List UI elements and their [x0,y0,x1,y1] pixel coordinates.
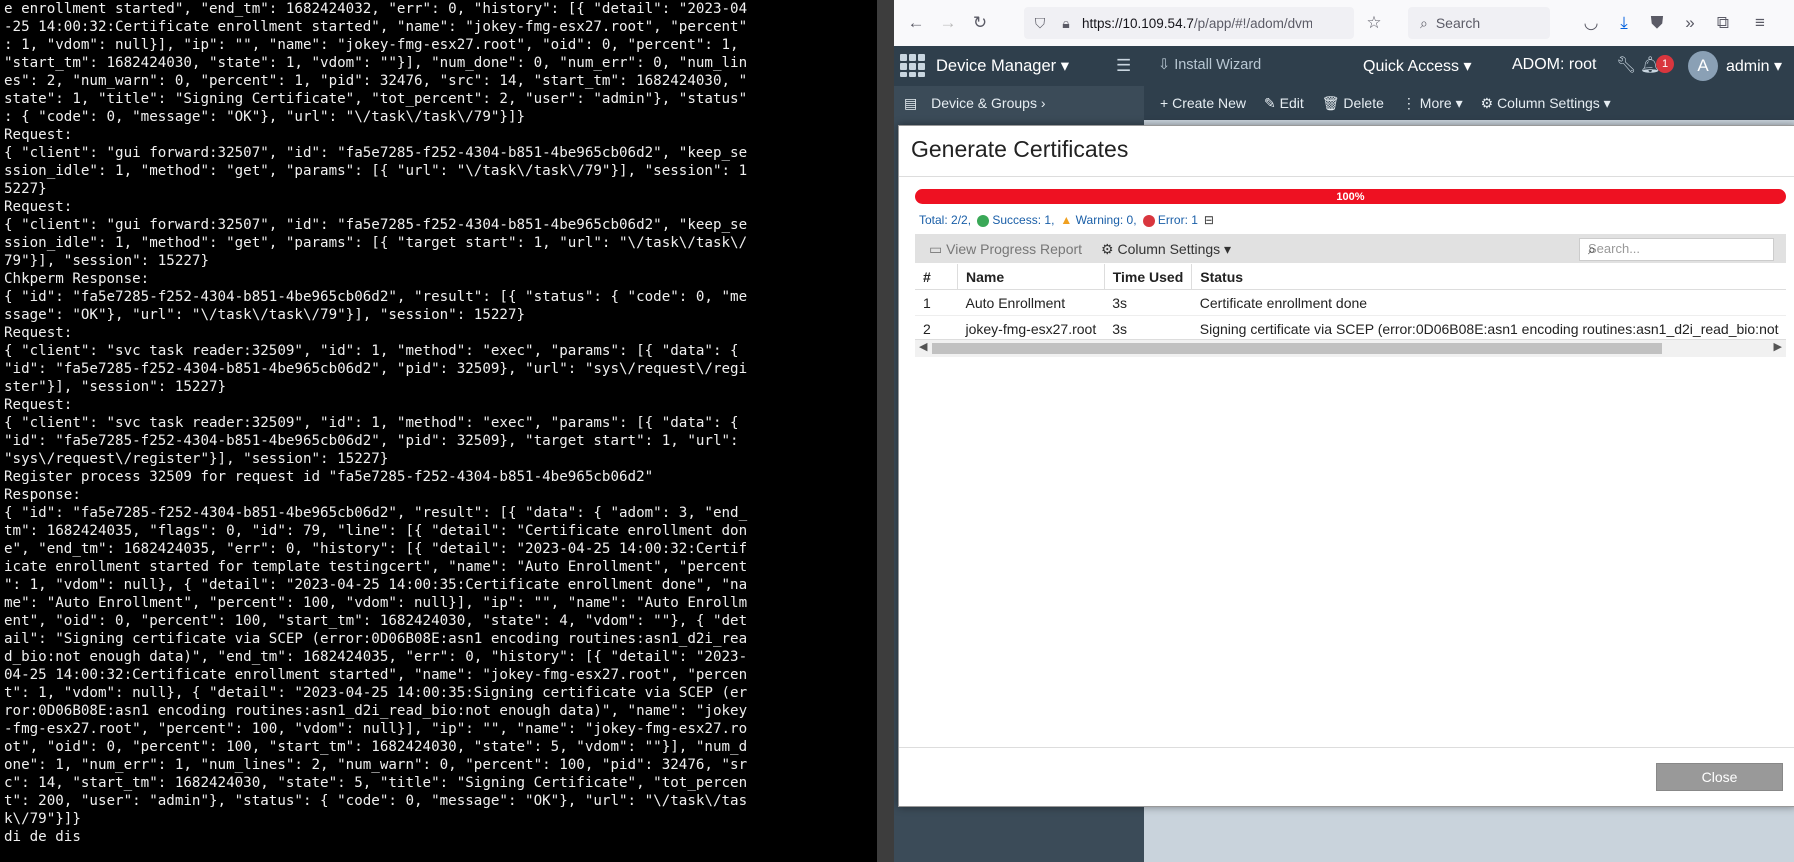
horizontal-scrollbar[interactable]: ◀ ▶ [915,339,1786,357]
overflow-chevron-icon[interactable]: » [1676,9,1704,37]
search-placeholder: Search [1435,15,1481,31]
extensions-icon[interactable]: ⧉ [1709,9,1737,37]
app-launcher-icon[interactable] [900,54,926,78]
wrench-icon[interactable]: 🔧︎ [1616,55,1636,75]
progress-label: 100% [1336,190,1365,203]
table-row[interactable]: 1 Auto Enrollment 3s Certificate enrollm… [915,289,1786,316]
terminal-window[interactable]: e enrollment started", "end_tm": 1682424… [0,0,877,862]
address-bar[interactable]: ⛉ 🔒︎ https://10.109.54.7/p/app/#!/adom/d… [1024,7,1354,39]
create-new-button[interactable]: + Create New [1160,95,1246,111]
menu-icon[interactable]: ≡ [1746,9,1774,37]
total-count: Total: 2/2, [919,213,972,227]
grid-toolbar: ▭ View Progress Report ⚙ Column Settings… [915,234,1786,263]
scroll-right-icon[interactable]: ▶ [1774,340,1782,353]
adom-label[interactable]: ADOM: root [1512,56,1596,74]
browser-window: ← → ↻ ⛉ 🔒︎ https://10.109.54.7/p/app/#!/… [894,0,1794,862]
column-header-time-used[interactable]: Time Used [1104,264,1193,290]
scroll-left-icon[interactable]: ◀ [919,340,927,353]
lock-icon[interactable]: 🔒︎ [1056,13,1076,33]
error-icon [1142,214,1155,227]
success-icon [977,214,990,227]
forward-icon[interactable]: → [934,9,962,37]
more-button[interactable]: ⋮ More ▾ [1402,95,1463,112]
cell-name: Auto Enrollment [957,289,1105,316]
edit-button[interactable]: ✎ Edit [1264,95,1304,112]
reload-icon[interactable]: ↻ [966,9,994,37]
cell-number: 2 [915,315,958,342]
generate-certificates-dialog: Generate Certificates 100% Total: 2/2, S… [898,125,1794,807]
action-bar: + Create New ✎ Edit 🗑︎ Delete ⋮ More ▾ ⚙… [1144,86,1611,120]
browser-search-input[interactable]: ⌕ Search [1408,7,1550,39]
user-menu[interactable]: admin ▾ [1726,56,1782,76]
app-title-dropdown[interactable]: Device Manager ▾ [936,56,1069,76]
shield-icon[interactable]: ⛊ [1643,9,1671,37]
collapse-toggle-icon[interactable]: ⊟ [1204,213,1214,227]
cell-number: 1 [915,289,958,316]
divider [899,747,1794,748]
results-table: # Name Time Used Status 1 Auto Enrollmen… [915,264,1786,342]
grid-search-input[interactable]: Search... ⌕ [1579,238,1774,261]
close-button[interactable]: Close [1656,763,1783,791]
grid-column-settings-button[interactable]: ⚙ Column Settings ▾ [1101,241,1231,258]
cell-name: jokey-fmg-esx27.root [957,315,1105,342]
column-header-name[interactable]: Name [957,264,1105,290]
search-icon[interactable]: ⌕ [1588,241,1767,258]
cell-time-used: 3s [1104,289,1192,316]
column-settings-button[interactable]: ⚙ Column Settings ▾ [1481,95,1611,112]
column-header-number[interactable]: # [915,264,958,290]
warning-icon: ▲ [1060,213,1073,227]
summary-stats: Total: 2/2, Success: 1, ▲ Warning: 0, Er… [919,213,1214,227]
device-groups-nav[interactable]: ▤ Device & Groups › [894,86,1144,120]
window-divider[interactable] [877,0,894,862]
browser-toolbar: ← → ↻ ⛉ 🔒︎ https://10.109.54.7/p/app/#!/… [894,0,1794,47]
search-icon: ⌕ [1420,14,1428,31]
notification-badge: 1 [1656,55,1674,73]
delete-button[interactable]: 🗑︎ Delete [1322,95,1384,112]
cell-status: Certificate enrollment done [1191,289,1786,316]
hamburger-icon[interactable]: ☰ [1116,56,1131,76]
cell-time-used: 3s [1104,315,1192,342]
url-text[interactable]: https://10.109.54.7/p/app/#!/adom/dvm/ma [1082,16,1312,31]
table-header: # Name Time Used Status [915,264,1786,290]
view-progress-report-button[interactable]: ▭ View Progress Report [929,241,1082,258]
sub-toolbar: ▤ Device & Groups › + Create New ✎ Edit … [894,86,1794,120]
tracking-shield-icon[interactable]: ⛉ [1030,13,1050,33]
quick-access-dropdown[interactable]: Quick Access ▾ [1363,56,1472,76]
success-count: Success: 1, [977,213,1054,227]
warning-count: ▲ Warning: 0, [1060,213,1137,227]
cell-status: Signing certificate via SCEP (error:0D06… [1191,315,1786,342]
back-icon[interactable]: ← [902,9,930,37]
column-header-status[interactable]: Status [1191,264,1786,290]
terminal-output: e enrollment started", "end_tm": 1682424… [4,1,748,845]
avatar[interactable]: A [1688,51,1718,81]
downloads-icon[interactable]: ⤓ [1610,9,1638,37]
divider [899,176,1794,177]
install-wizard-button[interactable]: ⇩ Install Wizard [1158,57,1261,73]
dialog-title: Generate Certificates [911,136,1129,162]
progress-bar: 100% [915,189,1786,204]
table-row[interactable]: 2 jokey-fmg-esx27.root 3s Signing certif… [915,315,1786,342]
scrollbar-thumb[interactable] [932,343,1662,354]
pocket-icon[interactable]: ◡ [1577,9,1605,37]
bookmark-star-icon[interactable]: ☆ [1360,9,1388,37]
app-header: Device Manager ▾ ☰ ⇩ Install Wizard Quic… [894,46,1794,86]
error-count: Error: 1 [1142,213,1198,227]
